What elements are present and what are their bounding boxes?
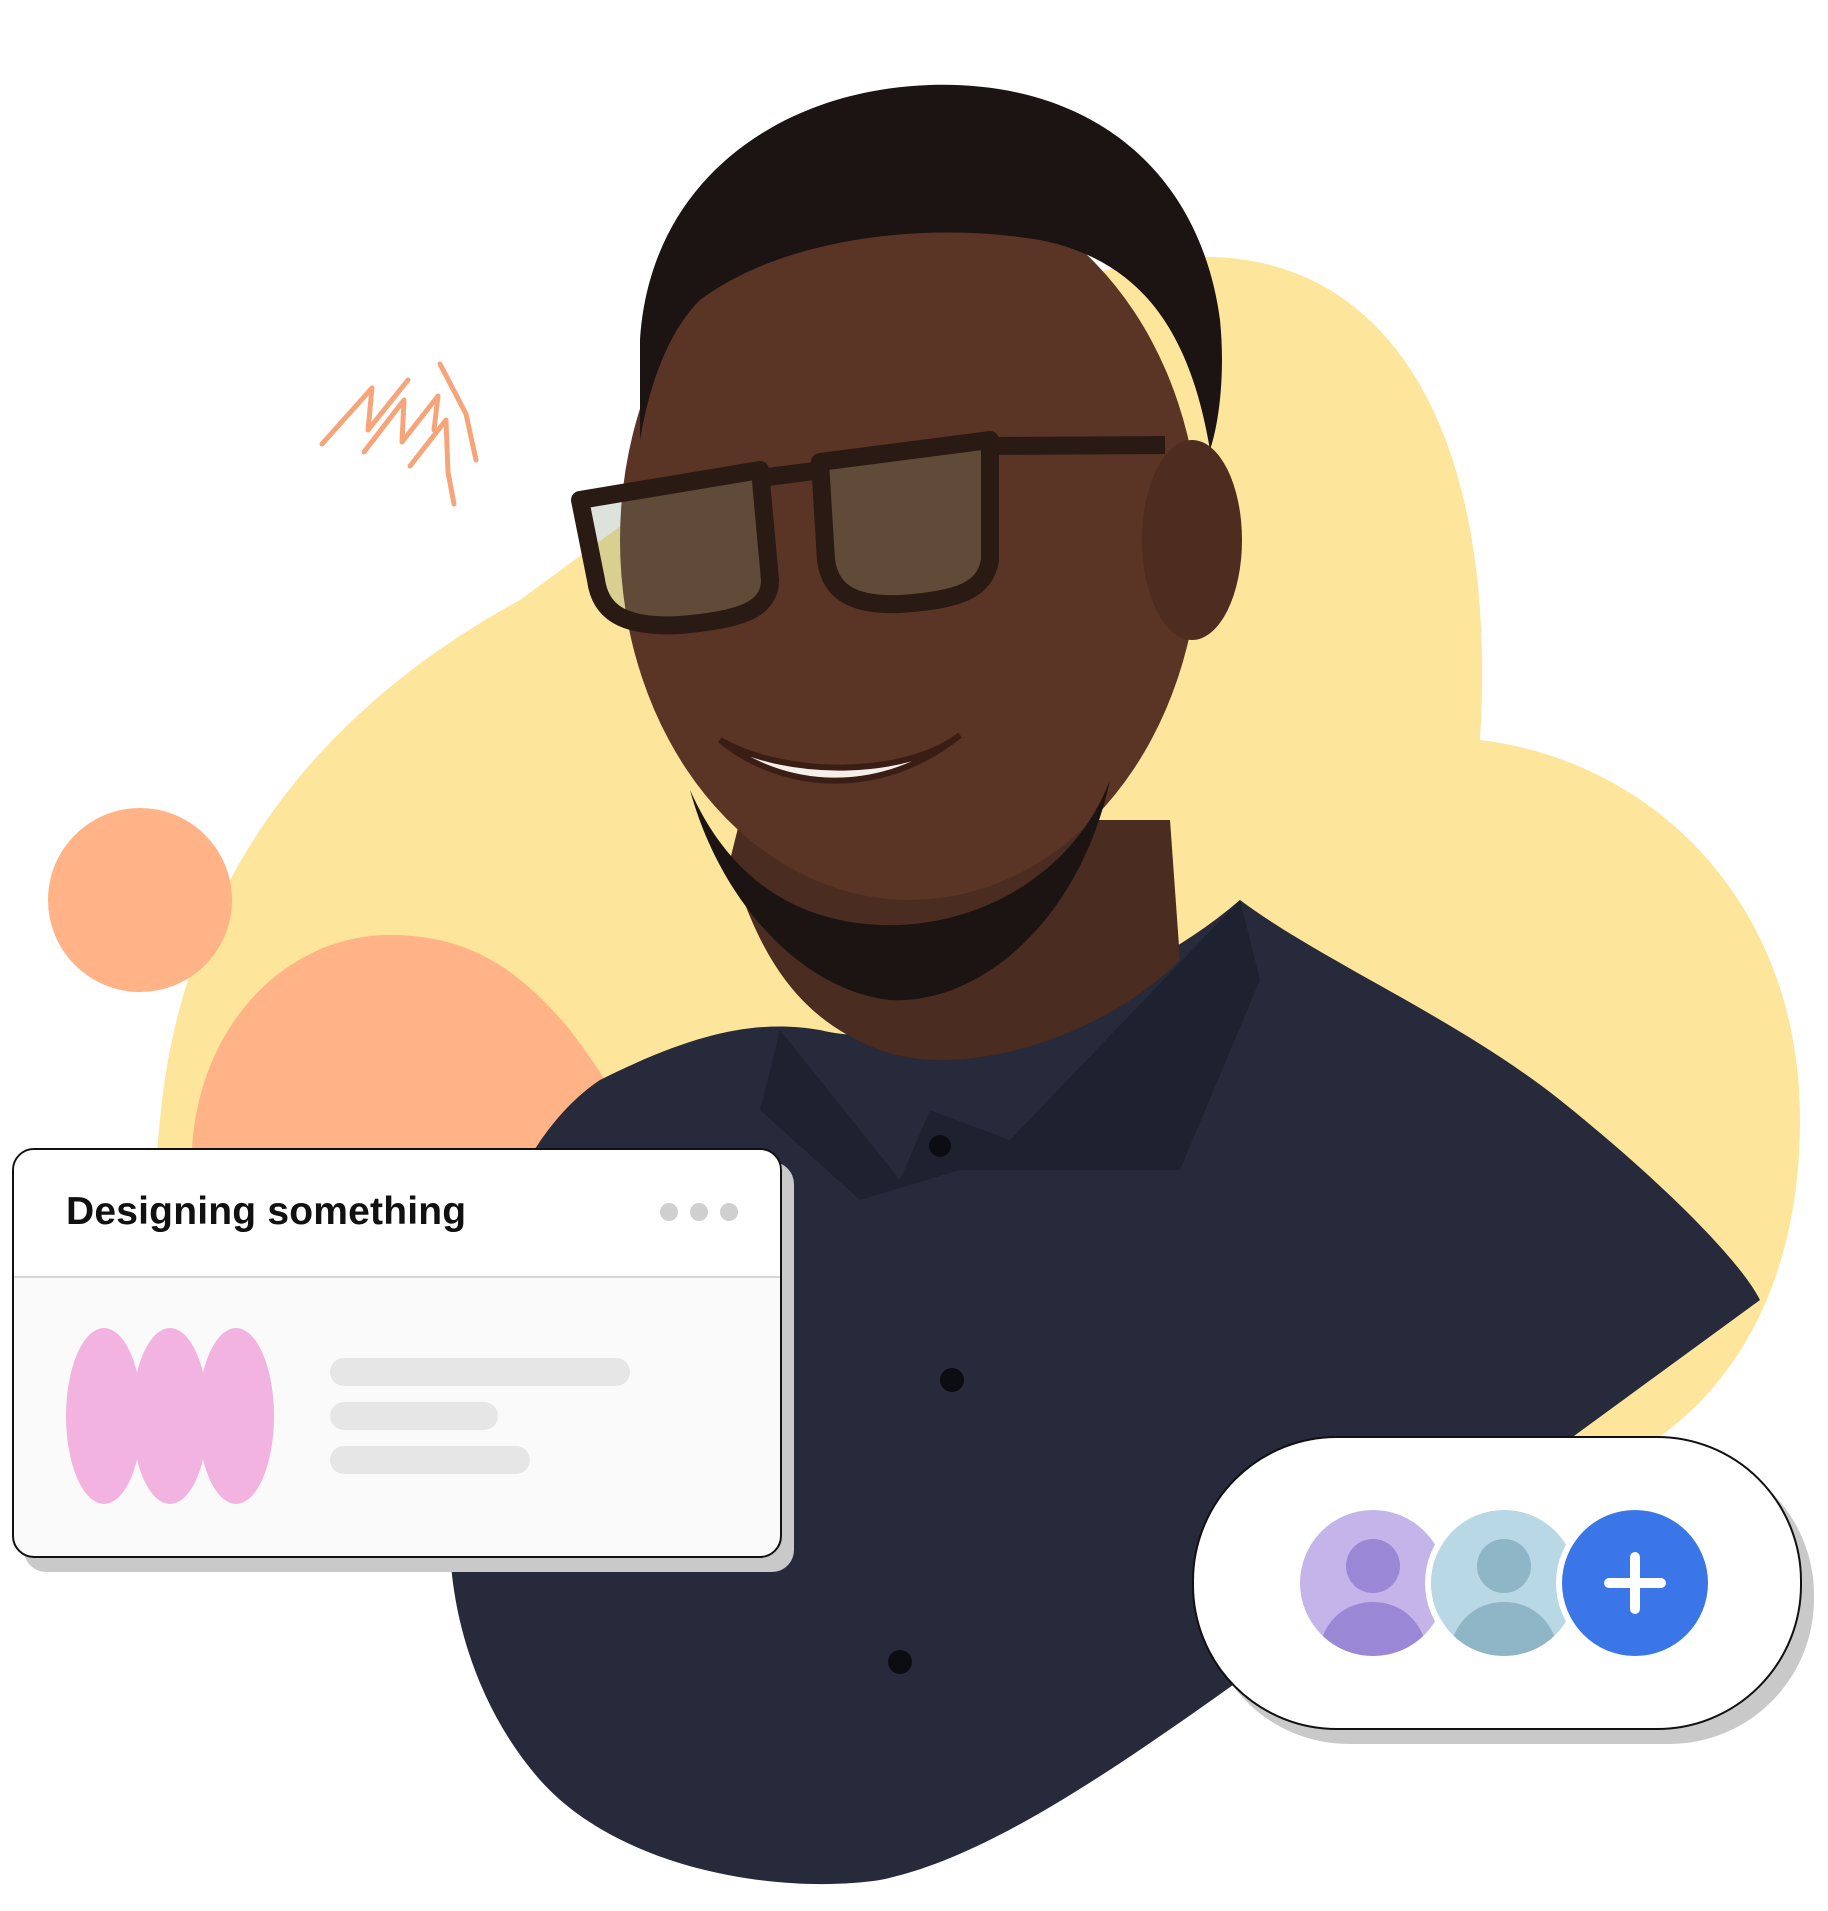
pink-shape-icon (66, 1328, 276, 1504)
design-card[interactable]: Designing something (12, 1148, 782, 1558)
user-icon (1300, 1510, 1446, 1656)
person-ear (1142, 440, 1242, 640)
card-header: Designing something (14, 1150, 780, 1278)
placeholder-line (330, 1358, 630, 1386)
ellipsis-icon[interactable] (660, 1203, 738, 1221)
dot (660, 1203, 678, 1221)
placeholder-line (330, 1446, 530, 1474)
avatar[interactable] (1431, 1510, 1577, 1656)
pink-blob (132, 1328, 208, 1504)
dot (720, 1203, 738, 1221)
card-body (14, 1278, 780, 1556)
peach-circle (48, 808, 232, 992)
placeholder-line (330, 1402, 498, 1430)
card-title: Designing something (66, 1190, 467, 1233)
shirt-button (929, 1135, 951, 1157)
user-icon (1431, 1510, 1577, 1656)
zigzag-icon (319, 361, 479, 507)
shirt-button (940, 1368, 964, 1392)
shirt-button (888, 1650, 912, 1674)
dot (690, 1203, 708, 1221)
hero-illustration: Designing something (0, 0, 1828, 1911)
pink-blob (66, 1328, 142, 1504)
add-collaborator-button[interactable] (1562, 1510, 1708, 1656)
plus-icon (1604, 1552, 1666, 1614)
collaborators-pill (1192, 1436, 1802, 1730)
pink-blob (198, 1328, 274, 1504)
avatar[interactable] (1300, 1510, 1446, 1656)
